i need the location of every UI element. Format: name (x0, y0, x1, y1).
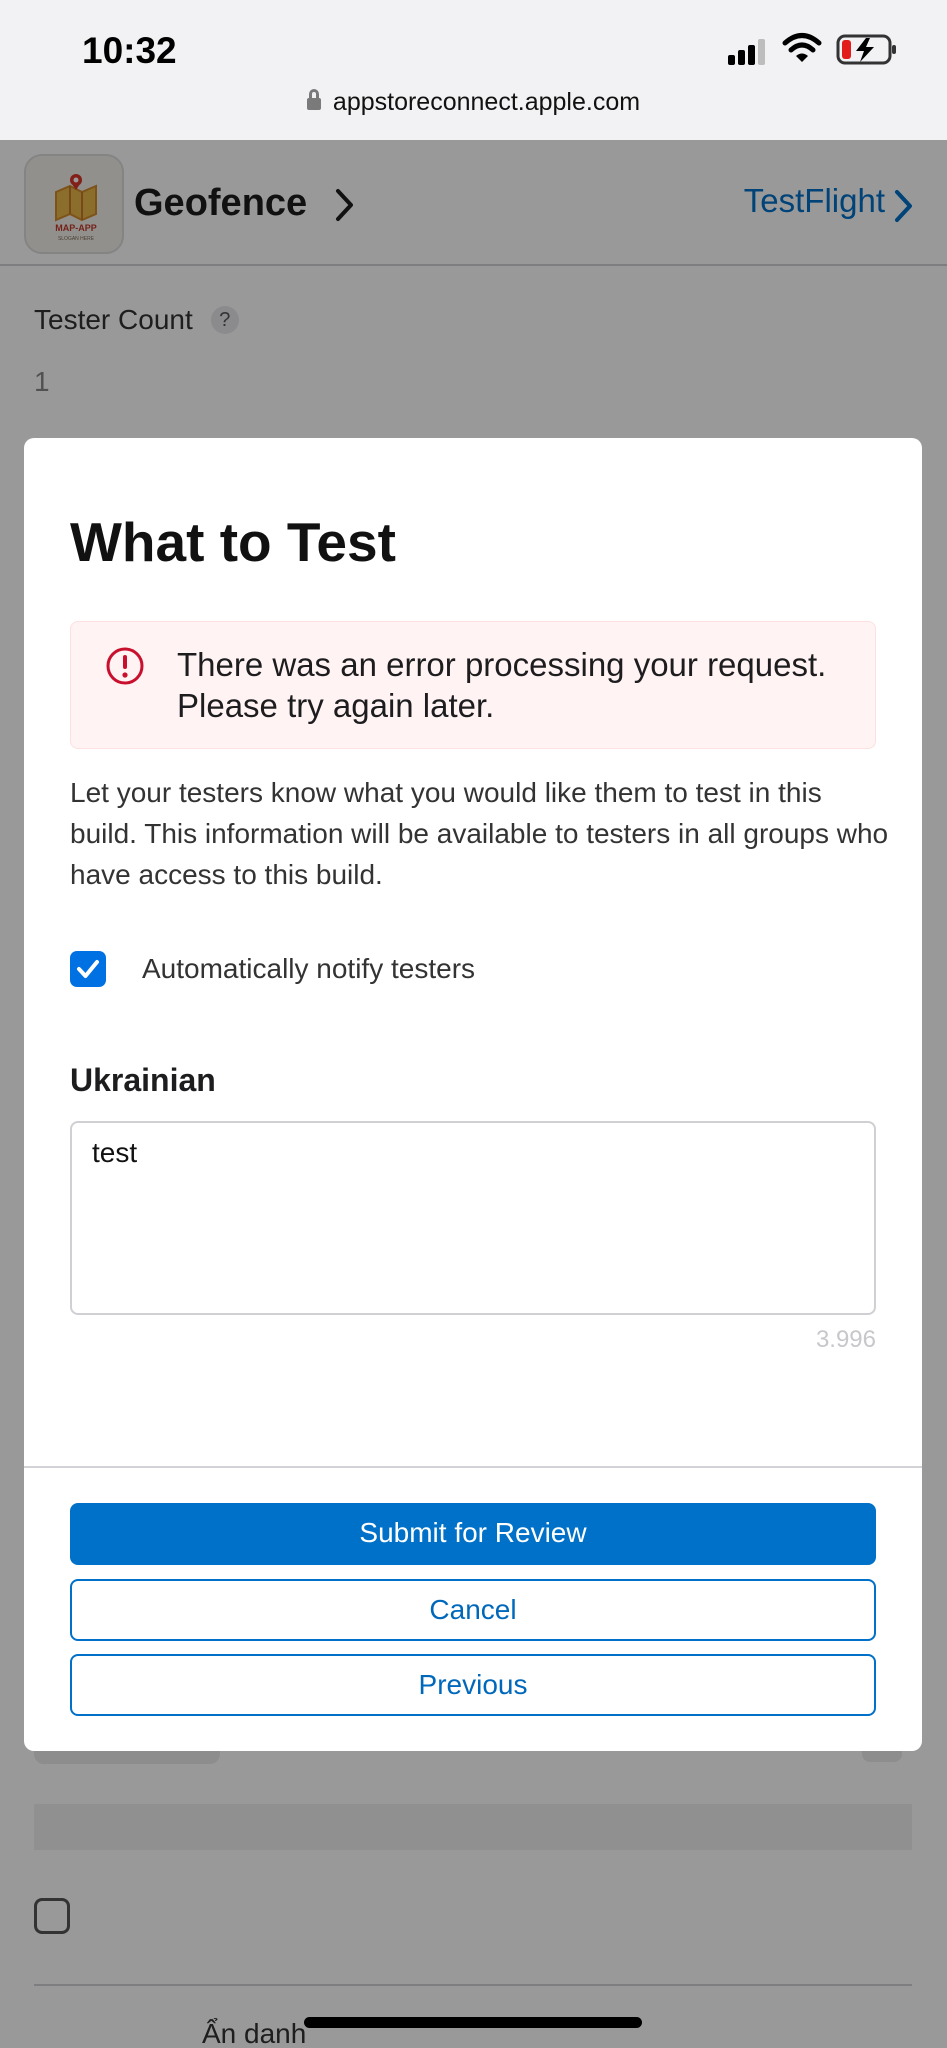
what-to-test-modal: What to Test There was an error processi… (24, 438, 922, 1751)
signal-icon (728, 39, 765, 65)
error-icon (106, 647, 144, 685)
modal-title: What to Test (70, 511, 396, 573)
checkmark-icon (77, 960, 99, 978)
test-notes-textarea[interactable]: test (70, 1121, 876, 1315)
url-bar[interactable]: appstoreconnect.apple.com (0, 88, 947, 117)
modal-footer-divider (24, 1466, 922, 1468)
character-counter: 3.996 (815, 1326, 876, 1353)
wifi-icon (782, 33, 822, 62)
battery-charging-icon (836, 34, 896, 65)
status-time: 10:32 (82, 30, 177, 71)
cancel-button[interactable]: Cancel (70, 1579, 876, 1641)
previous-button[interactable]: Previous (70, 1654, 876, 1716)
test-notes-value[interactable]: test (92, 1137, 137, 1169)
url-text: appstoreconnect.apple.com (332, 88, 641, 116)
status-bar: 10:32 appstoreconnect.apple.com (0, 0, 947, 140)
error-message: There was an error processing your reque… (177, 646, 827, 724)
submit-for-review-button[interactable]: Submit for Review (70, 1503, 876, 1565)
modal-description: Let your testers know what you would lik… (70, 777, 889, 890)
home-indicator[interactable] (304, 2017, 642, 2028)
notify-checkbox[interactable] (70, 951, 106, 987)
lock-icon (306, 89, 321, 110)
error-banner: There was an error processing your reque… (70, 621, 876, 749)
notify-label[interactable]: Automatically notify testers (142, 953, 622, 985)
language-label: Ukrainian (70, 1062, 216, 1098)
